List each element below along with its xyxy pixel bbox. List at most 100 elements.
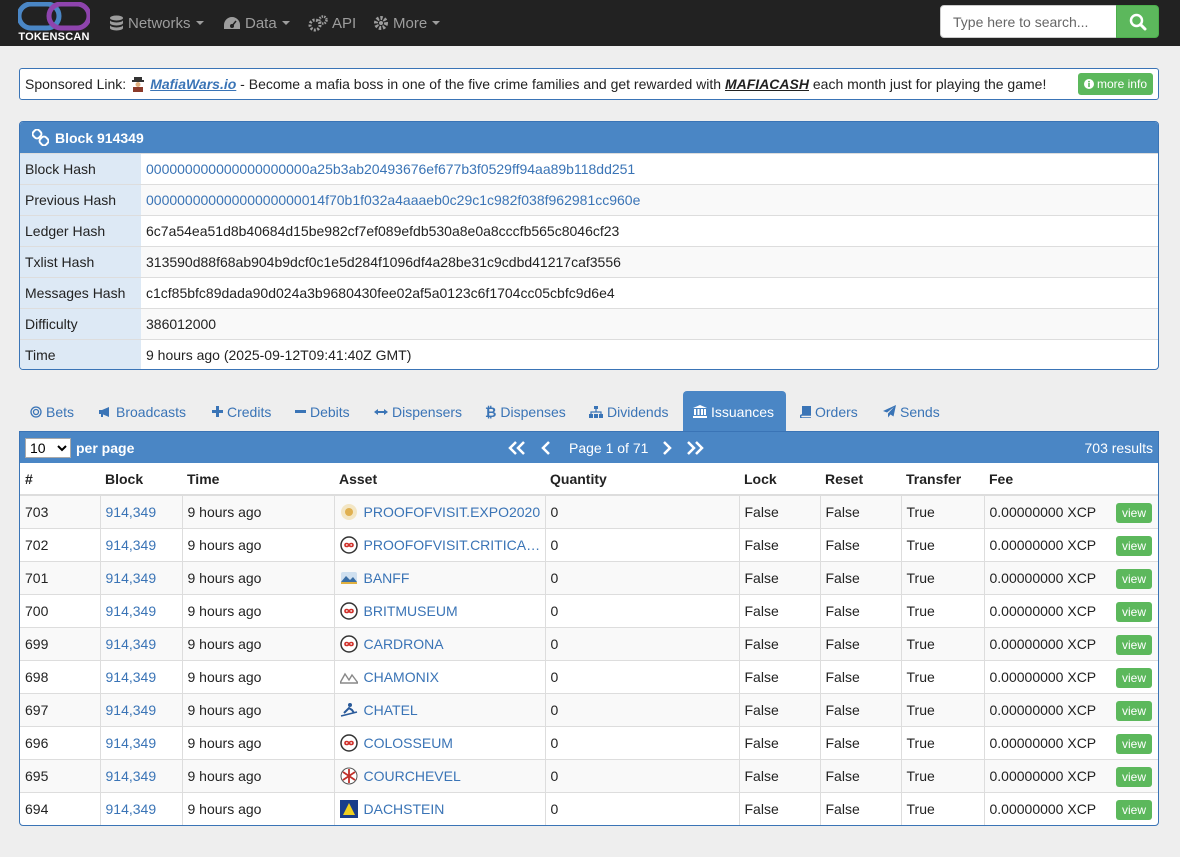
block-panel-header: Block 914349 xyxy=(20,122,1158,153)
tab-dispenses[interactable]: ₿ Dispenses xyxy=(475,391,576,432)
asset-link[interactable]: CARDRONA xyxy=(364,636,444,652)
block-link[interactable]: 914,349 xyxy=(106,504,157,520)
infinity-token-icon xyxy=(339,535,358,554)
tab-sends[interactable]: Sends xyxy=(873,391,950,432)
asset-link[interactable]: CHAMONIX xyxy=(364,669,439,685)
infinity-token-icon xyxy=(339,601,358,620)
asset-link[interactable]: PROOFOFVISIT.CRITICA… xyxy=(364,537,541,553)
col-header[interactable]: Reset xyxy=(820,463,901,496)
asset-link[interactable]: DACHSTEIN xyxy=(364,801,445,817)
block-info-link[interactable]: 00000000000000000000014f70b1f032a4aaaeb0… xyxy=(141,192,640,208)
tab-dividends[interactable]: Dividends xyxy=(579,391,678,432)
tab-orders[interactable]: Orders xyxy=(790,391,868,432)
col-header[interactable]: # xyxy=(20,463,100,496)
sponsor-token-link[interactable]: MAFIACASH xyxy=(725,76,809,92)
dashboard-icon xyxy=(224,16,240,29)
col-header[interactable]: Time xyxy=(182,463,334,496)
sitemap-icon xyxy=(589,405,603,418)
table-row: 696 914,349 9 hours ago COLOSSEUM 0 False Fals… xyxy=(20,725,1158,759)
issuances-table: # Block Time Asset Quantity Lock Reset T… xyxy=(20,463,1158,825)
top-navbar: TOKENSCAN Networks Data API More xyxy=(0,0,1180,46)
asset-link[interactable]: BANFF xyxy=(364,570,410,586)
prev-page-button[interactable] xyxy=(529,440,563,455)
col-header[interactable]: Lock xyxy=(739,463,820,496)
row-transfer: True xyxy=(900,593,984,627)
block-link[interactable]: 914,349 xyxy=(106,735,157,751)
nav-more[interactable]: More xyxy=(373,0,441,46)
view-button[interactable]: view xyxy=(1115,535,1152,556)
tab-bets[interactable]: Bets xyxy=(20,391,84,432)
more-info-button[interactable]: more info xyxy=(1077,73,1153,95)
col-header[interactable]: Asset xyxy=(334,463,545,496)
asset-link[interactable]: PROOFOFVISIT.EXPO2020 xyxy=(364,504,541,520)
asset-link[interactable]: BRITMUSEUM xyxy=(364,603,458,619)
bullseye-icon xyxy=(30,405,42,418)
block-link[interactable]: 914,349 xyxy=(106,702,157,718)
block-link[interactable]: 914,349 xyxy=(106,537,157,553)
tab-issuances[interactable]: Issuances xyxy=(683,391,786,432)
row-transfer: True xyxy=(900,659,984,693)
row-lock: False xyxy=(738,725,820,759)
tab-debits[interactable]: Debits xyxy=(285,391,360,432)
search-input[interactable] xyxy=(940,5,1117,38)
asset-link[interactable]: COLOSSEUM xyxy=(364,735,453,751)
view-button[interactable]: view xyxy=(1115,766,1152,787)
nav-data[interactable]: Data xyxy=(223,0,290,46)
table-row: 697 914,349 9 hours ago CHATEL 0 False False Tr… xyxy=(20,692,1158,726)
last-page-button[interactable] xyxy=(680,440,710,455)
row-reset: False xyxy=(819,659,901,693)
table-row: 703 914,349 9 hours ago PROOFOFVISIT.EXPO20… xyxy=(20,494,1158,528)
block-info-link[interactable]: 000000000000000000000a25b3ab20493676ef67… xyxy=(141,161,635,177)
col-header[interactable]: Block xyxy=(100,463,182,496)
row-quantity: 0 xyxy=(544,560,739,594)
view-button[interactable]: view xyxy=(1115,601,1152,622)
minus-icon xyxy=(295,410,306,413)
block-link[interactable]: 914,349 xyxy=(106,801,157,817)
row-reset: False xyxy=(819,494,901,528)
block-info-key: Block Hash xyxy=(20,154,141,184)
row-number: 699 xyxy=(20,626,100,660)
col-header[interactable]: Transfer xyxy=(901,463,984,496)
per-page-select[interactable]: 10 xyxy=(25,438,71,458)
view-button[interactable]: view xyxy=(1115,667,1152,688)
skier-icon xyxy=(340,702,357,717)
col-header[interactable]: Quantity xyxy=(545,463,739,496)
nav-api[interactable]: API xyxy=(308,0,356,46)
block-link[interactable]: 914,349 xyxy=(106,669,157,685)
block-info-row: Ledger Hash 6c7a54ea51d8b40684d15be982cf7… xyxy=(20,215,1158,246)
row-fee: 0.00000000 XCP xyxy=(989,734,1097,751)
block-link[interactable]: 914,349 xyxy=(106,570,157,586)
tab-broadcasts[interactable]: Broadcasts xyxy=(88,391,196,432)
table-toolbar: 10 per page Page 1 of 71 703 results xyxy=(20,432,1158,463)
nav-networks[interactable]: Networks xyxy=(109,0,204,46)
view-button[interactable]: view xyxy=(1115,733,1152,754)
per-page-label: per page xyxy=(76,440,135,456)
block-link[interactable]: 914,349 xyxy=(106,636,157,652)
asset-link[interactable]: COURCHEVEL xyxy=(364,768,461,784)
tab-dispensers[interactable]: Dispensers xyxy=(364,391,472,432)
first-page-button[interactable] xyxy=(505,440,529,455)
block-info-row: Time 9 hours ago (2025-09-12T09:41:40Z GM… xyxy=(20,339,1158,369)
row-time: 9 hours ago xyxy=(181,791,334,825)
view-button[interactable]: view xyxy=(1115,568,1152,589)
view-button[interactable]: view xyxy=(1115,799,1152,820)
tab-credits[interactable]: Credits xyxy=(202,391,281,432)
row-time: 9 hours ago xyxy=(181,626,334,660)
block-link[interactable]: 914,349 xyxy=(106,603,157,619)
view-button[interactable]: view xyxy=(1115,634,1152,655)
double-chevron-left-icon xyxy=(508,440,525,455)
search-button[interactable] xyxy=(1116,5,1159,38)
block-info-key: Ledger Hash xyxy=(20,216,141,246)
sponsor-site-link[interactable]: MafiaWars.io xyxy=(150,76,236,92)
view-button[interactable]: view xyxy=(1115,700,1152,721)
next-page-button[interactable] xyxy=(654,440,680,455)
row-time: 9 hours ago xyxy=(181,593,334,627)
chevron-down-icon xyxy=(432,21,441,25)
block-link[interactable]: 914,349 xyxy=(106,768,157,784)
view-button[interactable]: view xyxy=(1115,503,1152,523)
asset-link[interactable]: CHATEL xyxy=(364,702,418,718)
col-header[interactable]: Fee xyxy=(984,463,1158,496)
block-info-key: Messages Hash xyxy=(20,278,141,308)
block-info-panel: Block 914349 Block Hash 00000000000000000… xyxy=(19,121,1159,370)
tokenscan-logo[interactable]: TOKENSCAN xyxy=(16,1,92,43)
